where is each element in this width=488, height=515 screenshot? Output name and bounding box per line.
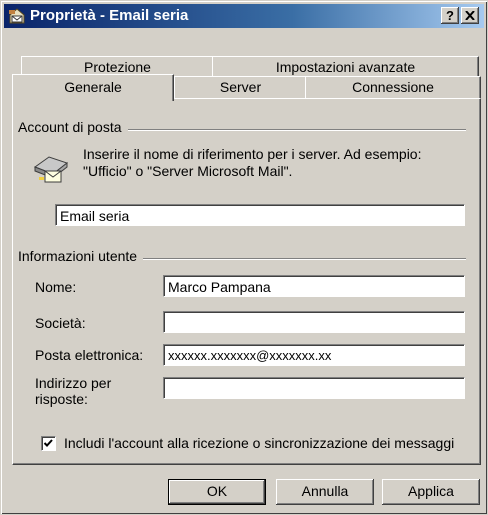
- checkmark-icon: [43, 439, 53, 447]
- reply-address-label-line2: risposte:: [35, 391, 88, 407]
- email-label: Posta elettronica:: [35, 347, 144, 363]
- tab-generale[interactable]: Generale: [12, 74, 174, 101]
- mail-account-icon: [31, 147, 71, 187]
- user-info-group-label: Informazioni utente: [18, 248, 144, 264]
- account-name-field[interactable]: Email seria: [55, 204, 465, 226]
- help-button[interactable]: ?: [441, 7, 459, 24]
- tab-connessione[interactable]: Connessione: [305, 76, 481, 99]
- cancel-button[interactable]: Annulla: [276, 479, 374, 505]
- company-label: Società:: [35, 315, 86, 331]
- account-group-label: Account di posta: [18, 119, 128, 135]
- tab-impostazioni-avanzate[interactable]: Impostazioni avanzate: [212, 56, 479, 78]
- window-title: Proprietà - Email seria: [30, 7, 189, 24]
- name-field[interactable]: Marco Pampana: [163, 275, 465, 297]
- ok-button[interactable]: OK: [168, 479, 266, 505]
- reply-address-label: Indirizzo per risposte:: [35, 375, 111, 407]
- include-account-label[interactable]: Includi l'account alla ricezione o sincr…: [64, 435, 454, 451]
- include-account-checkbox[interactable]: [41, 436, 56, 451]
- company-field[interactable]: [163, 311, 465, 333]
- reply-address-label-line1: Indirizzo per: [35, 375, 112, 391]
- email-field[interactable]: xxxxxx.xxxxxxx@xxxxxxx.xx: [163, 344, 465, 366]
- general-panel: Account di posta Inserire il nome di rif…: [12, 98, 481, 465]
- tab-server[interactable]: Server: [174, 76, 307, 99]
- apply-button[interactable]: Applica: [382, 479, 480, 505]
- close-icon: [465, 10, 475, 21]
- properties-dialog: Proprietà - Email seria ? Protezione Imp…: [0, 0, 488, 515]
- close-button[interactable]: [461, 7, 479, 24]
- reply-address-field[interactable]: [163, 377, 465, 399]
- account-description: Inserire il nome di riferimento per i se…: [83, 146, 422, 179]
- title-bar[interactable]: Proprietà - Email seria ?: [4, 4, 484, 28]
- name-label: Nome:: [35, 279, 77, 295]
- mail-properties-icon: [8, 7, 26, 25]
